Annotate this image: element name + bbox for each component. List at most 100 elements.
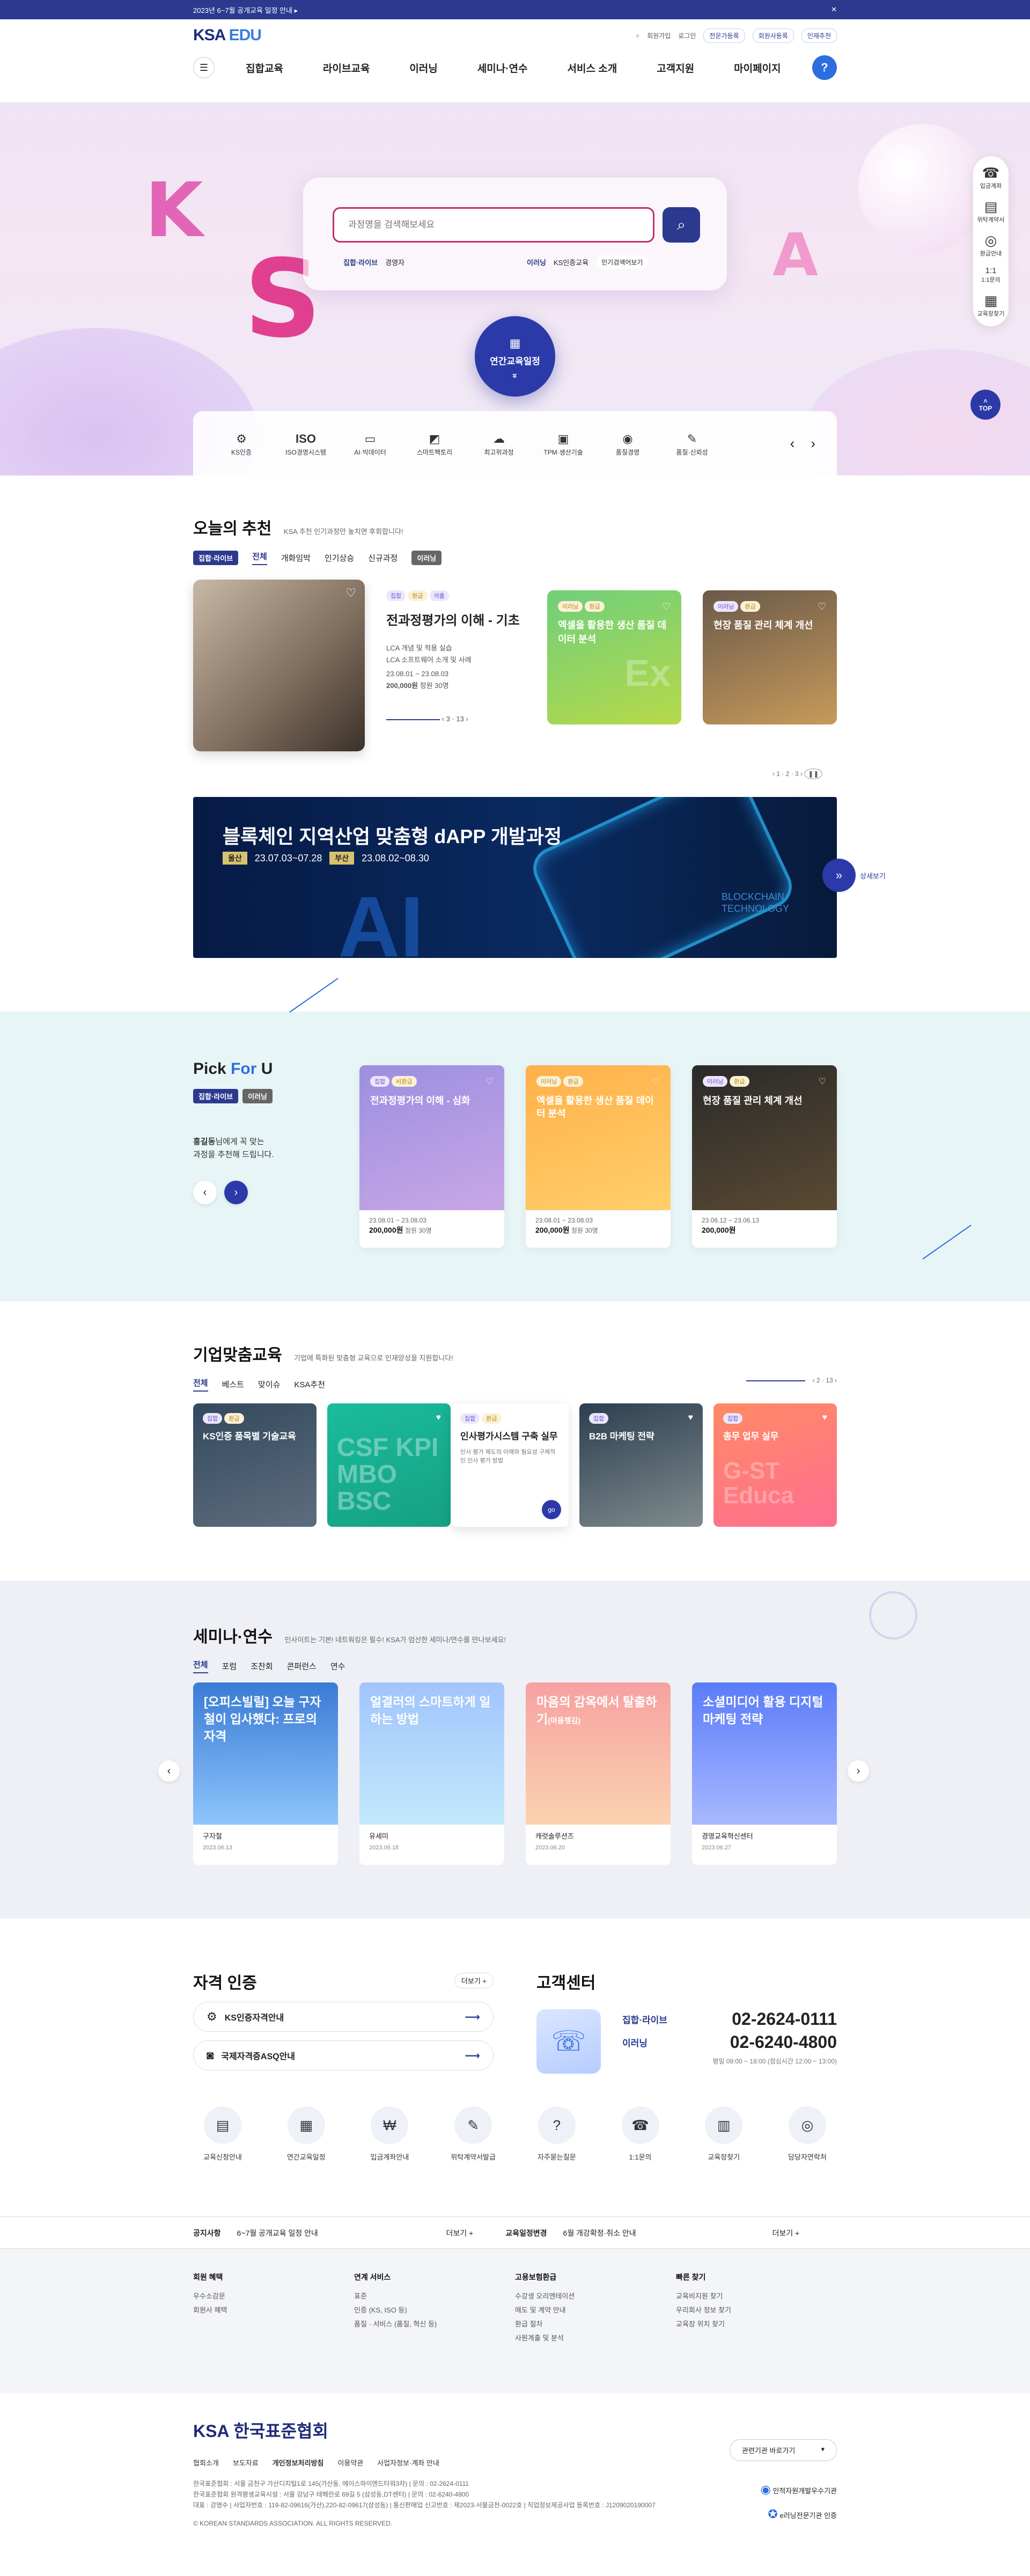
tab-ksa-pick[interactable]: KSA추천 — [294, 1379, 325, 1390]
quick-icon-item[interactable]: ? 자주묻는질문 — [527, 2106, 586, 2162]
util-expert[interactable]: 전문가등록 — [703, 28, 745, 43]
side-item[interactable]: ◎ 환급안내 — [973, 232, 1009, 258]
tab-all[interactable]: 전체 — [193, 1377, 208, 1392]
side-item[interactable]: 1:1 1:1문의 — [973, 266, 1009, 284]
quick-icon-item[interactable]: ◎ 담당자연락처 — [778, 2106, 837, 2162]
footer-link[interactable]: 개인정보처리방침 — [273, 2457, 324, 2468]
corp-card[interactable]: 집합 환급 KS인증 품목별 기술교육 — [193, 1403, 317, 1527]
heart-icon[interactable]: ♥ — [822, 1413, 828, 1423]
scroll-top-button[interactable]: ˄ TOP — [970, 390, 1000, 420]
search-icon[interactable]: ⌕ — [636, 32, 639, 40]
close-icon[interactable]: ✕ — [831, 5, 837, 14]
footer-link[interactable]: 보도자료 — [233, 2457, 259, 2468]
cs-phone[interactable]: 02-6240-4800 — [730, 2032, 837, 2052]
quick-item[interactable]: ▭ AI·빅데이터 — [343, 430, 397, 457]
seminar-card[interactable]: 얼결러의 스마트하게 일하는 방법 유세미 2023.06.18 — [359, 1682, 504, 1865]
course-card[interactable]: 이러닝 환급 ♡ 현장 품질 관리 체계 개선 — [703, 590, 837, 724]
sitemap-link[interactable]: 회원사 혜택 — [193, 2303, 354, 2317]
quick-icon-item[interactable]: ▦ 연간교육일정 — [277, 2106, 336, 2162]
tab-all[interactable]: 전체 — [252, 551, 267, 565]
quick-icon-item[interactable]: ▥ 교육장찾기 — [694, 2106, 753, 2162]
nav-support[interactable]: 고객지원 — [657, 61, 694, 75]
seminar-card[interactable]: [오피스빌릴] 오늘 구자철이 입사했다: 프로의 자격 구자철 2023.06.1… — [193, 1682, 338, 1865]
heart-icon[interactable]: ♡ — [662, 601, 671, 612]
quick-item[interactable]: ✎ 품질·신뢰성 — [665, 430, 719, 457]
hash-value[interactable]: KS인증교육 — [554, 257, 588, 267]
notice-link[interactable]: 6월 개강확정·취소 안내 — [563, 2228, 756, 2238]
footer-link[interactable]: 협회소개 — [193, 2457, 219, 2468]
sitemap-link[interactable]: 교육장 위치 찾기 — [676, 2317, 837, 2331]
tab-upcoming[interactable]: 개화임박 — [281, 552, 311, 564]
sitemap-link[interactable]: 우수소감문 — [193, 2289, 354, 2303]
quick-item[interactable]: ▣ TPM·생산기술 — [536, 430, 590, 457]
sitemap-link[interactable]: 우리회사 정보 찾기 — [676, 2303, 837, 2317]
util-join[interactable]: 회원가입 — [647, 31, 671, 40]
quick-item[interactable]: ⚙ KS인증 — [215, 430, 268, 457]
side-item[interactable]: ▤ 위탁계약서 — [973, 199, 1009, 224]
nav-service[interactable]: 서비스 소개 — [568, 61, 617, 75]
sitemap-link[interactable]: 매도 및 계약 안내 — [515, 2303, 676, 2317]
more-link[interactable]: 더보기 + — [454, 1973, 494, 1988]
annual-schedule-button[interactable]: ▦ 연간교육일정 » — [475, 316, 555, 397]
more-link[interactable]: 더보기 + — [772, 2228, 800, 2238]
quick-icon-item[interactable]: ▤ 교육신청안내 — [193, 2106, 252, 2162]
chevron-left-icon[interactable]: ‹ — [790, 435, 795, 452]
heart-icon[interactable]: ♡ — [818, 601, 826, 612]
more-link[interactable]: 더보기 + — [446, 2228, 474, 2238]
top-notice-link[interactable]: 2023년 6~7월 공개교육 일정 안내 ▸ — [193, 5, 298, 15]
cert-link[interactable]: ◙ 국제자격증ASQ안내 ⟶ — [193, 2040, 494, 2070]
tab-breakfast[interactable]: 조찬회 — [251, 1660, 273, 1672]
seminar-card[interactable]: 소셜미디어 활용 디지털 마케팅 전략 경영교육혁신센터 2023.06.27 — [692, 1682, 837, 1865]
tab-issue[interactable]: 맞이슈 — [258, 1379, 280, 1390]
heart-icon[interactable]: ♡ — [486, 1076, 494, 1087]
filter-badge[interactable]: 이러닝 — [411, 551, 442, 565]
quick-icon-item[interactable]: ✎ 위탁계약서발급 — [444, 2106, 503, 2162]
notice-link[interactable]: 6~7월 공개교육 일정 안내 — [237, 2228, 430, 2238]
util-talent[interactable]: 인재추천 — [801, 28, 837, 43]
cert-link[interactable]: ⚙ KS인증자격안내 ⟶ — [193, 2002, 494, 2032]
nav-live[interactable]: 라이브교육 — [323, 61, 370, 75]
heart-icon[interactable]: ♡ — [652, 1076, 660, 1087]
banner-detail-button[interactable]: » 상세보기 — [822, 859, 886, 892]
quick-item[interactable]: ☁ 최고위과정 — [472, 430, 526, 457]
chevron-right-icon[interactable]: › — [848, 1760, 869, 1782]
pick-card[interactable]: 이러닝 환급 ♡ 엑셀을 활용한 생산 품질 데이터 분석 23.08.01 ~ … — [526, 1065, 671, 1248]
nav-group[interactable]: 집합교육 — [246, 61, 283, 75]
nav-mypage[interactable]: 마이페이지 — [734, 61, 781, 75]
pause-icon[interactable]: ❚❚ — [804, 769, 823, 779]
sitemap-link[interactable]: 사원계출 및 분석 — [515, 2331, 676, 2345]
chevron-right-icon[interactable]: › — [811, 435, 815, 452]
related-sites-select[interactable]: 관련기관 바로가기 ▾ — [730, 2439, 837, 2461]
util-login[interactable]: 로그인 — [678, 31, 696, 40]
heart-icon[interactable]: ♡ — [345, 586, 356, 600]
course-image[interactable]: ♡ — [193, 580, 365, 751]
corp-card[interactable]: 집합 ♥ B2B 마케팅 전략 — [579, 1403, 703, 1527]
sitemap-link[interactable]: 인증 (KS, ISO 등) — [354, 2303, 515, 2317]
corp-card[interactable]: 집합 환급 인사평가시스템 구축 실무 인사 평가 제도의 이해와 필요성 구체적인 … — [451, 1403, 569, 1527]
heart-icon[interactable]: ♥ — [688, 1413, 694, 1423]
hash-value[interactable]: 경영자 — [385, 257, 404, 267]
side-item[interactable]: ☎ 입금계좌 — [973, 165, 1009, 190]
filter-badge[interactable]: 집합·라이브 — [193, 1089, 239, 1103]
tab-new[interactable]: 신규과정 — [368, 552, 398, 564]
tab-forum[interactable]: 포럼 — [222, 1660, 237, 1672]
promo-banner[interactable]: AI 블록체인 지역산업 맞춤형 dAPP 개발과정 울산 23.07.03~07… — [193, 797, 837, 958]
tab-training[interactable]: 연수 — [330, 1660, 345, 1672]
corp-card[interactable]: 집합 ♥ 총무 업무 실무 G-ST Educa — [713, 1403, 837, 1527]
search-button[interactable]: ⌕ — [663, 207, 700, 243]
sitemap-link[interactable]: 환급 절차 — [515, 2317, 676, 2331]
sitemap-link[interactable]: 표준 — [354, 2289, 515, 2303]
sitemap-link[interactable]: 수강생 오리엔테이션 — [515, 2289, 676, 2303]
quick-item[interactable]: ISO ISO경영시스템 — [279, 430, 333, 457]
heart-icon[interactable]: ♥ — [436, 1413, 442, 1423]
hamburger-menu-button[interactable]: ☰ — [193, 57, 215, 78]
util-member-company[interactable]: 회원사등록 — [752, 28, 794, 43]
side-item[interactable]: ▦ 교육장찾기 — [973, 292, 1009, 318]
course-title[interactable]: 전과정평가의 이해 - 기초 — [386, 610, 536, 628]
quick-icon-item[interactable]: ₩ 입금계좌안내 — [360, 2106, 419, 2162]
popular-keywords-chip[interactable]: 인기검색어보기 — [596, 255, 649, 269]
footer-link[interactable]: 이용약관 — [337, 2457, 363, 2468]
chevron-left-icon[interactable]: ‹ — [158, 1760, 180, 1782]
go-button[interactable]: go — [542, 1500, 561, 1519]
tab-conference[interactable]: 콘퍼런스 — [287, 1660, 317, 1672]
